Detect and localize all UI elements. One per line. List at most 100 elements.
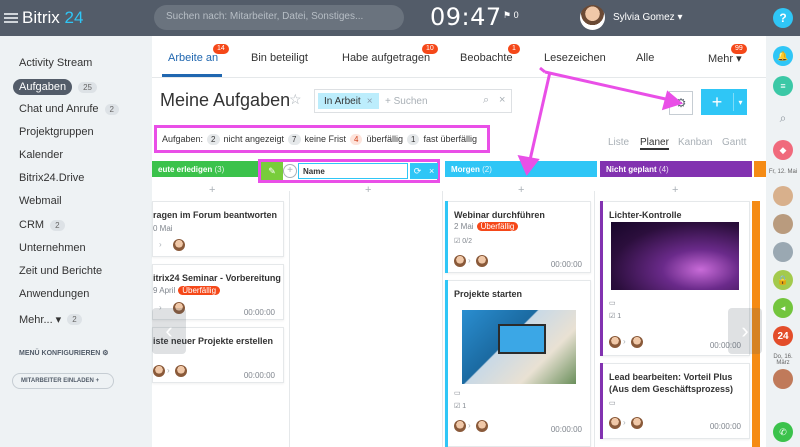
counter-badge[interactable]: 4 bbox=[350, 133, 363, 145]
scroll-right-button[interactable]: › bbox=[728, 308, 762, 354]
task-title[interactable]: itrix24 Seminar - Vorbereitung bbox=[153, 272, 281, 284]
activity-icon[interactable]: ≡ bbox=[773, 76, 793, 96]
help-button[interactable]: ? bbox=[766, 0, 800, 36]
plus-circle-icon[interactable]: + bbox=[283, 164, 297, 178]
counter-label[interactable]: keine Frist bbox=[305, 134, 347, 144]
sidebar-item-zeit[interactable]: Zeit und Berichte bbox=[19, 265, 102, 277]
filter-search-box[interactable]: In Arbeit × + Suchen ⌕ × bbox=[314, 89, 512, 113]
task-title[interactable]: ragen im Forum beantworten bbox=[153, 209, 277, 221]
stage-unplanned[interactable]: Nicht geplant (4) bbox=[600, 161, 752, 177]
counter-label[interactable]: überfällig bbox=[366, 134, 403, 144]
stage-today[interactable]: eute erledigen (3) bbox=[152, 161, 264, 177]
task-card[interactable]: Lead bearbeiten: Vorteil Plus (Aus dem G… bbox=[600, 363, 750, 439]
contact-avatar[interactable] bbox=[773, 214, 793, 234]
add-card-icon[interactable]: + bbox=[672, 184, 678, 196]
counter-badge[interactable]: 7 bbox=[288, 133, 301, 145]
counter-badge[interactable]: 2 bbox=[207, 133, 220, 145]
calendar-icon[interactable]: ◆ bbox=[773, 140, 793, 160]
avatar bbox=[631, 417, 643, 429]
checklist-counter: ☑ 0/2 bbox=[454, 238, 472, 245]
add-task-button[interactable]: + ▾ bbox=[701, 89, 747, 115]
close-icon[interactable]: × bbox=[429, 166, 434, 176]
column-name-actions: ⟳ × bbox=[410, 163, 438, 179]
tab-bin-beteiligt[interactable]: Bin beteiligt bbox=[251, 52, 308, 64]
user-avatar[interactable] bbox=[580, 5, 605, 30]
tab-lesezeichen[interactable]: Lesezeichen bbox=[544, 52, 606, 64]
counter-label[interactable]: fast überfällig bbox=[423, 134, 477, 144]
filter-tag[interactable]: In Arbeit × bbox=[318, 93, 379, 109]
counter-badge[interactable]: 1 bbox=[407, 133, 420, 145]
task-title[interactable]: Lead bearbeiten: Vorteil Plus (Aus dem G… bbox=[609, 371, 741, 395]
scroll-left-button[interactable]: ‹ bbox=[152, 308, 186, 354]
menu-configure-link[interactable]: MENÜ KONFIGURIEREN ⚙ bbox=[19, 349, 109, 357]
star-icon[interactable]: ☆ bbox=[289, 91, 302, 108]
avatar bbox=[476, 420, 488, 432]
contact-avatar[interactable] bbox=[773, 186, 793, 206]
megaphone-icon[interactable]: ◂ bbox=[773, 298, 793, 318]
global-search-input[interactable]: Suchen nach: Mitarbeiter, Datei, Sonstig… bbox=[154, 5, 404, 30]
task-title[interactable]: Projekte starten bbox=[454, 288, 522, 300]
tab-arbeite-an[interactable]: Arbeite an bbox=[168, 52, 218, 64]
sidebar-item-projektgruppen[interactable]: Projektgruppen bbox=[19, 126, 94, 138]
bitrix24-icon[interactable]: 24 bbox=[773, 326, 793, 346]
avatar bbox=[454, 420, 466, 432]
stage-tomorrow[interactable]: Morgen (2) bbox=[445, 161, 597, 177]
task-title[interactable]: Webinar durchführen bbox=[454, 209, 545, 221]
tab-habe-aufgetragen[interactable]: Habe aufgetragen bbox=[342, 52, 430, 64]
user-name[interactable]: Sylvia Gomez ▾ bbox=[613, 12, 682, 23]
sidebar-item-kalender[interactable]: Kalender bbox=[19, 149, 63, 161]
sidebar-item-crm[interactable]: CRM 2 bbox=[19, 219, 65, 231]
page-title: Meine Aufgaben bbox=[160, 90, 291, 110]
tab-beobachte[interactable]: Beobachte bbox=[460, 52, 513, 64]
task-title[interactable]: Lichter-Kontrolle bbox=[609, 209, 682, 221]
settings-button[interactable]: ⚙ bbox=[669, 91, 693, 115]
view-planer[interactable]: Planer bbox=[640, 137, 669, 150]
sidebar-item-anwendungen[interactable]: Anwendungen bbox=[19, 288, 89, 300]
contact-avatar[interactable] bbox=[773, 369, 793, 389]
pencil-icon[interactable]: ✎ bbox=[261, 162, 283, 180]
contact-avatar[interactable] bbox=[773, 242, 793, 262]
add-card-icon[interactable]: + bbox=[209, 184, 215, 196]
add-card-icon[interactable]: + bbox=[518, 184, 524, 196]
flag-icon[interactable]: ⚑ 0 bbox=[503, 10, 519, 21]
sidebar-item-unternehmen[interactable]: Unternehmen bbox=[19, 242, 86, 254]
sidebar-item-label: Webmail bbox=[19, 195, 62, 207]
search-icon[interactable]: ⌕ bbox=[773, 108, 793, 128]
filter-search-input[interactable]: + Suchen bbox=[385, 96, 428, 107]
search-icon[interactable]: ⌕ bbox=[483, 94, 489, 107]
chevron-down-icon[interactable]: ▾ bbox=[734, 98, 747, 107]
invite-employees-button[interactable]: MITARBEITER EINLADEN + bbox=[12, 373, 114, 389]
close-icon[interactable]: × bbox=[367, 96, 373, 107]
sidebar-item-chat[interactable]: Chat und Anrufe 2 bbox=[19, 103, 119, 115]
task-card[interactable]: ragen im Forum beantworten 0 Mai › bbox=[152, 201, 284, 257]
task-card[interactable]: Projekte starten ▭ ☑ 1 › 00:00:00 bbox=[445, 280, 591, 447]
counter-label[interactable]: nicht angezeigt bbox=[224, 134, 285, 144]
tab-label: Mehr ▾ bbox=[708, 53, 742, 65]
task-timer: 00:00:00 bbox=[243, 371, 275, 380]
clear-icon[interactable]: × bbox=[499, 94, 505, 106]
menu-icon[interactable] bbox=[4, 13, 18, 23]
view-kanban[interactable]: Kanban bbox=[678, 137, 712, 148]
task-card[interactable]: Webinar durchführen 2 Mai Überfällig ☑ 0/… bbox=[445, 201, 591, 273]
sidebar-item-aufgaben[interactable]: Aufgaben 25 bbox=[13, 79, 98, 95]
new-column-editor[interactable]: ✎ + Name ⟳ × bbox=[258, 159, 440, 183]
clock[interactable]: 09:47 bbox=[430, 3, 502, 31]
logo[interactable]: Bitrix 24 bbox=[22, 8, 83, 28]
task-timer: 00:00:00 bbox=[550, 260, 582, 269]
invite-label: MITARBEITER EINLADEN bbox=[21, 378, 94, 384]
notification-icon[interactable]: 🔔 bbox=[773, 46, 793, 66]
tab-label: Alle bbox=[636, 52, 655, 64]
add-card-icon[interactable]: + bbox=[365, 184, 371, 196]
sidebar-item-activity-stream[interactable]: Activity Stream bbox=[19, 57, 92, 69]
sidebar-item-webmail[interactable]: Webmail bbox=[19, 195, 62, 207]
tab-alle[interactable]: Alle bbox=[636, 52, 654, 64]
sidebar-item-drive[interactable]: Bitrix24.Drive bbox=[19, 172, 84, 184]
sidebar-item-mehr[interactable]: Mehr... ▾ 2 bbox=[19, 313, 82, 326]
column-name-input[interactable]: Name bbox=[298, 163, 408, 179]
lock-icon[interactable]: 🔒 bbox=[773, 270, 793, 290]
view-gantt[interactable]: Gantt bbox=[722, 137, 746, 148]
sidebar-item-label: Projektgruppen bbox=[19, 126, 94, 138]
refresh-icon[interactable]: ⟳ bbox=[414, 166, 422, 177]
view-liste[interactable]: Liste bbox=[608, 137, 629, 148]
phone-icon[interactable]: ✆ bbox=[773, 422, 793, 442]
